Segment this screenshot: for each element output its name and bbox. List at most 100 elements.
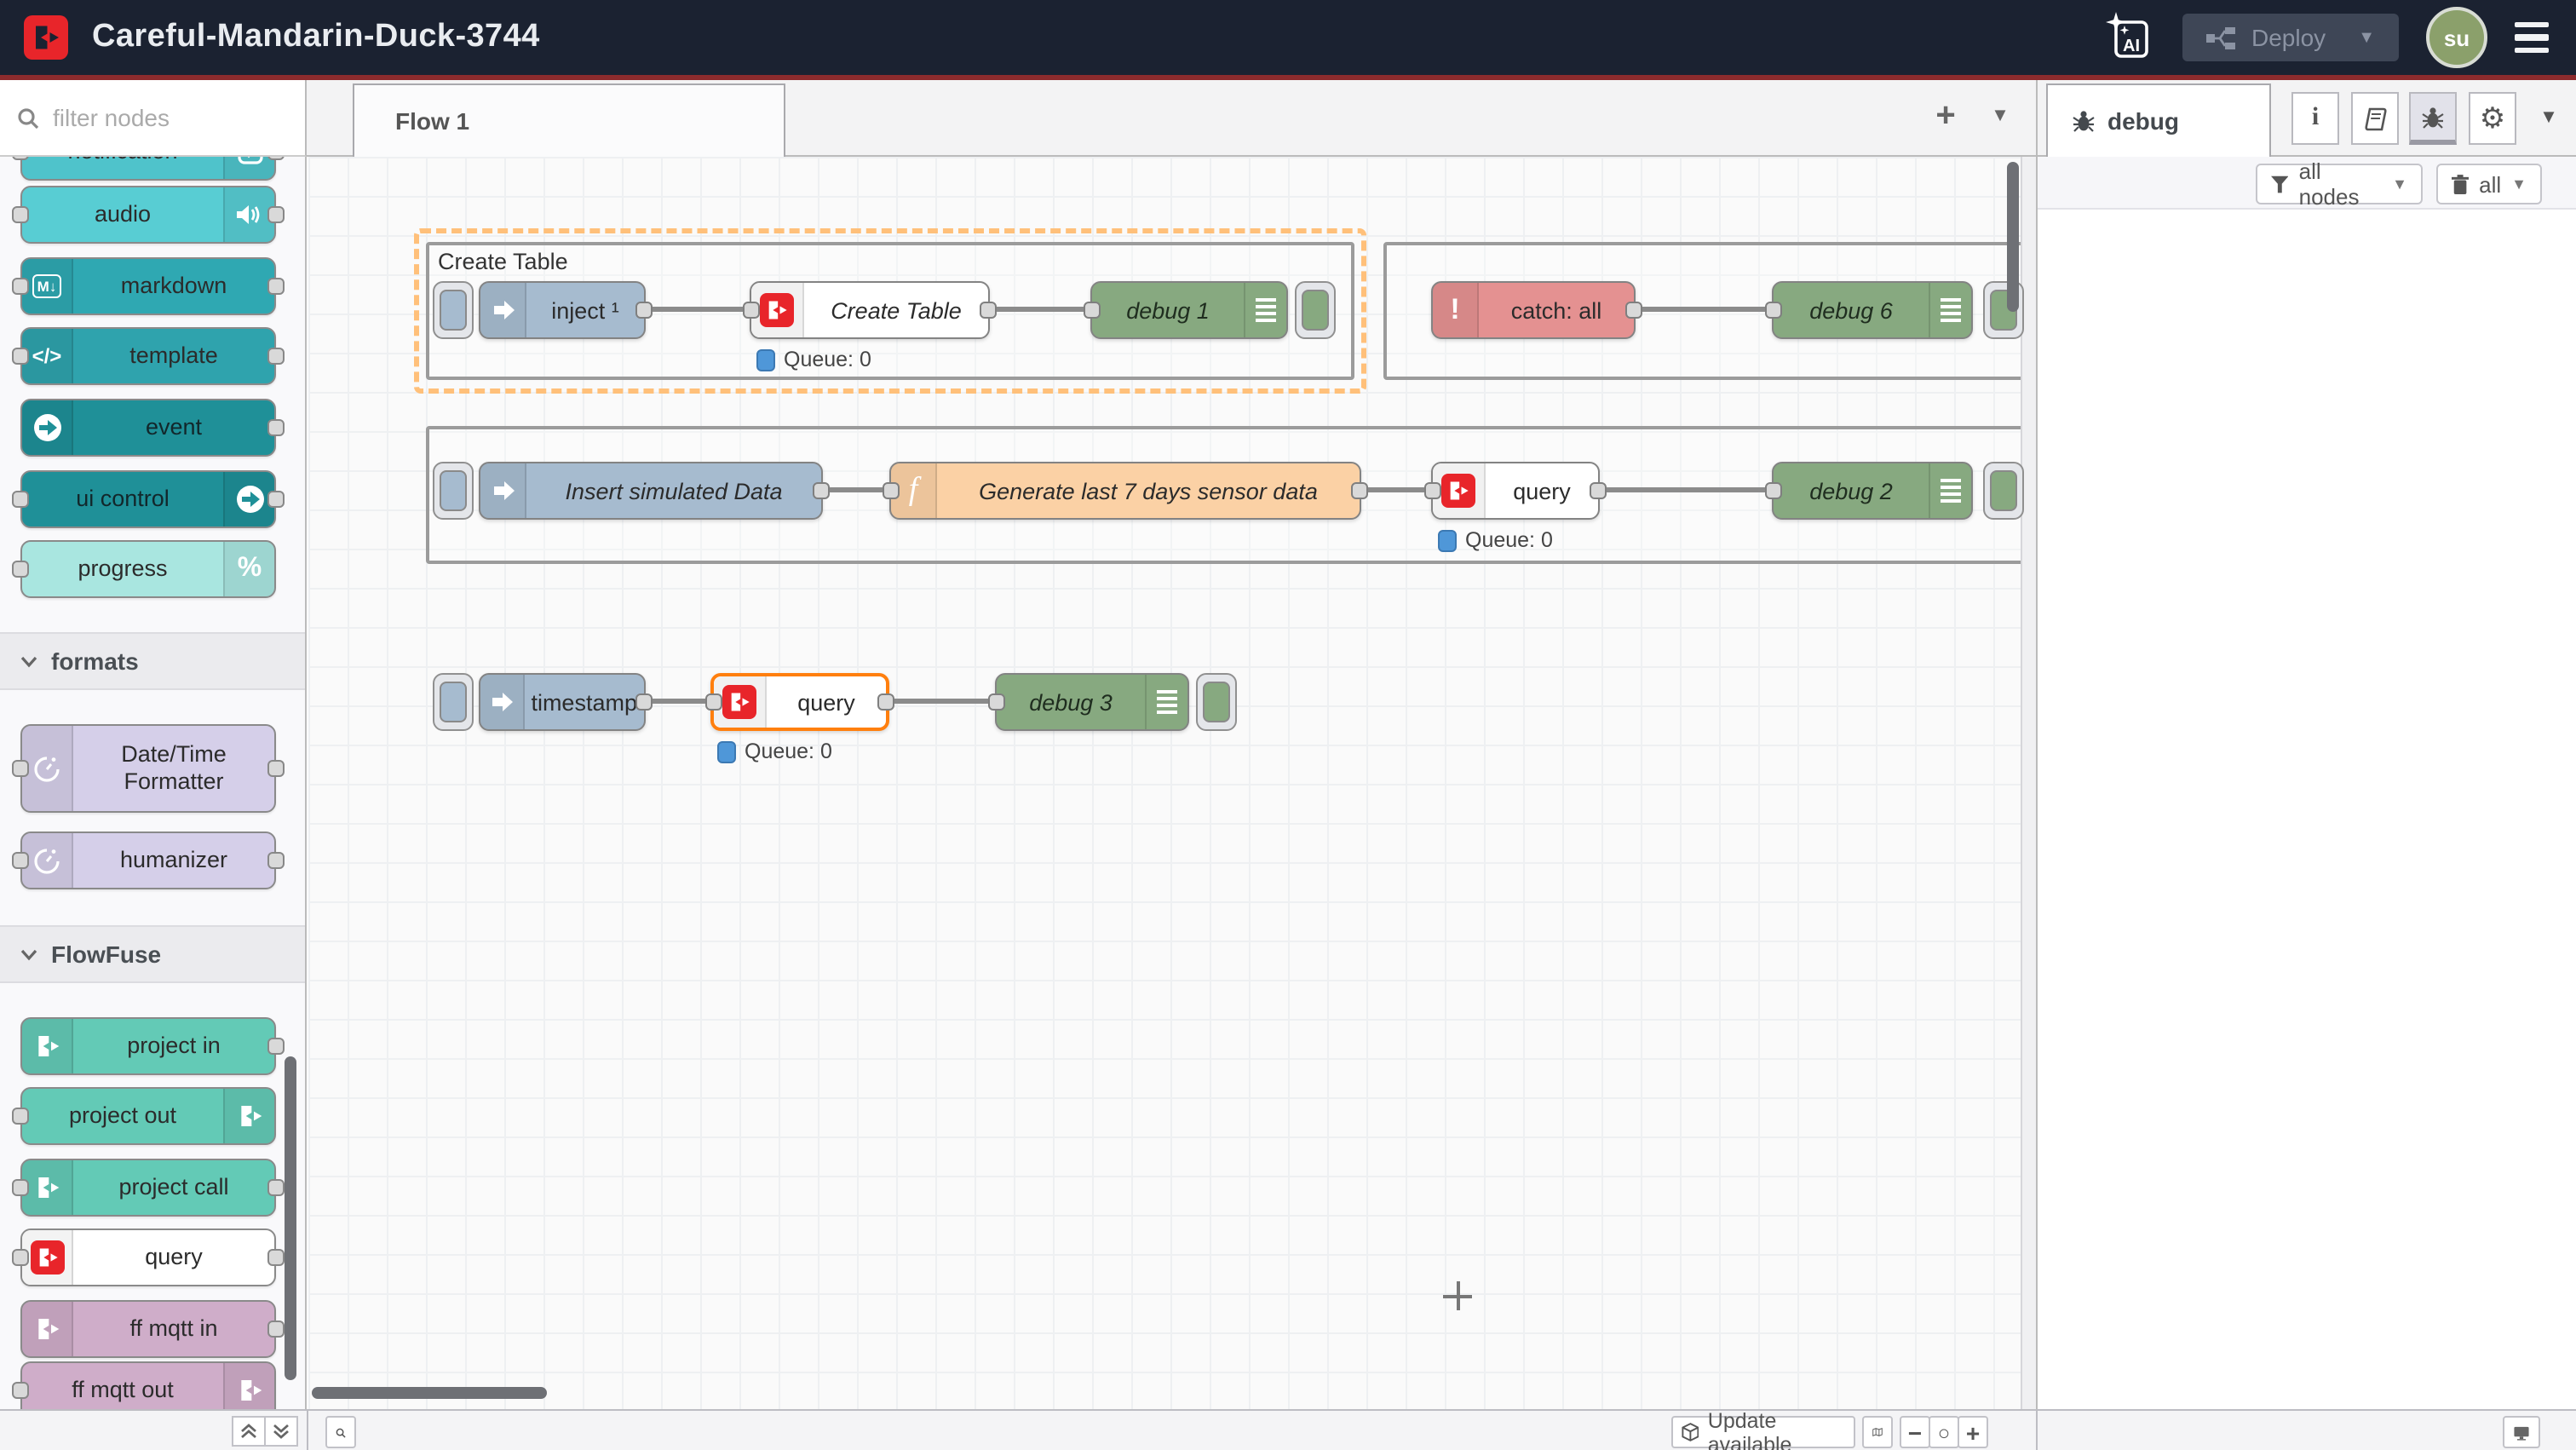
inject-arrow-icon	[480, 283, 526, 337]
flowfuse-red-icon	[22, 1230, 73, 1285]
output-port[interactable]	[635, 302, 653, 319]
node-debug-1[interactable]: debug 1	[1090, 281, 1288, 339]
debug-toggle-button[interactable]	[1295, 281, 1336, 339]
canvas-search-button[interactable]	[325, 1416, 356, 1448]
node-debug-2[interactable]: debug 2	[1772, 462, 1973, 520]
palette-node-audio[interactable]: audio	[20, 186, 276, 244]
wire[interactable]	[642, 307, 755, 312]
debug-output-icon	[1929, 283, 1971, 337]
output-port[interactable]	[877, 693, 894, 711]
tab-debug-label: debug	[2107, 107, 2179, 135]
user-avatar[interactable]: su	[2426, 7, 2487, 68]
debug-clear-button[interactable]: all ▼	[2436, 164, 2542, 204]
palette-expand-button[interactable]	[264, 1416, 298, 1447]
inject-trigger-button[interactable]	[433, 281, 474, 339]
input-port[interactable]	[1765, 302, 1782, 319]
input-port[interactable]	[988, 693, 1005, 711]
node-debug-3[interactable]: debug 3	[995, 673, 1189, 731]
wire[interactable]	[986, 307, 1095, 312]
port-icon	[267, 1321, 285, 1338]
palette-node-markdown[interactable]: M↓ markdown	[20, 257, 276, 315]
port-icon	[12, 491, 29, 508]
zoom-in-button[interactable]: +	[1958, 1416, 1988, 1448]
monitor-icon	[2513, 1422, 2530, 1442]
add-flow-button[interactable]: +	[1925, 94, 1966, 141]
zoom-out-button[interactable]: −	[1900, 1416, 1930, 1448]
output-port[interactable]	[980, 302, 997, 319]
sidebar-tab-debug[interactable]	[2409, 92, 2457, 145]
tab-flow-1[interactable]: Flow 1	[353, 83, 785, 157]
node-label: Insert simulated Data	[526, 463, 821, 518]
node-catch-all[interactable]: ! catch: all	[1431, 281, 1636, 339]
status-dot	[717, 740, 736, 762]
deploy-caret-icon[interactable]: ▼	[2358, 28, 2375, 47]
debug-toggle-button[interactable]	[1983, 462, 2024, 520]
book-icon	[2362, 106, 2388, 130]
flow-canvas[interactable]: Create Table inject ¹ Create Table Queue…	[308, 157, 2036, 1409]
inject-trigger-button[interactable]	[433, 462, 474, 520]
zoom-reset-button[interactable]: ○	[1929, 1416, 1959, 1448]
palette-node-datetime-formatter[interactable]: Date/Time Formatter	[20, 724, 276, 813]
sidebar-tab-info[interactable]: i	[2291, 92, 2339, 145]
output-port[interactable]	[813, 482, 830, 499]
palette-section-formats[interactable]: formats	[0, 632, 305, 690]
palette-node-project-call[interactable]: project call	[20, 1159, 276, 1217]
palette-node-query[interactable]: query	[20, 1228, 276, 1286]
node-timestamp[interactable]: timestamp	[479, 673, 646, 731]
canvas-horizontal-scrollbar[interactable]	[312, 1387, 547, 1399]
update-available-button[interactable]: Update available	[1671, 1416, 1855, 1448]
navigator-button[interactable]	[1862, 1416, 1893, 1448]
wire[interactable]	[1596, 487, 1777, 492]
palette-node-ff-mqtt-out[interactable]: ff mqtt out	[20, 1361, 276, 1409]
output-port[interactable]	[1590, 482, 1607, 499]
palette-scrollbar[interactable]	[285, 1056, 296, 1380]
tab-debug-active[interactable]: debug	[2046, 83, 2271, 157]
deploy-button[interactable]: Deploy ▼	[2182, 14, 2399, 61]
input-port[interactable]	[1765, 482, 1782, 499]
palette-node-event[interactable]: event	[20, 399, 276, 457]
wire[interactable]	[1632, 307, 1777, 312]
palette-node-notification[interactable]: notification	[20, 157, 276, 181]
node-query-2[interactable]: query	[1431, 462, 1600, 520]
canvas-vertical-scrollbar[interactable]	[2007, 162, 2019, 312]
output-port[interactable]	[635, 693, 653, 711]
palette-node-progress[interactable]: progress %	[20, 540, 276, 598]
port-icon	[12, 1249, 29, 1266]
debug-toggle-button[interactable]	[1196, 673, 1237, 731]
palette-collapse-button[interactable]	[232, 1416, 266, 1447]
palette-node-ui-control[interactable]: ui control	[20, 470, 276, 528]
gear-icon: ⚙	[2480, 104, 2506, 133]
node-insert-simulated-data[interactable]: Insert simulated Data	[479, 462, 823, 520]
palette-node-ff-mqtt-in[interactable]: ff mqtt in	[20, 1300, 276, 1358]
input-port[interactable]	[883, 482, 900, 499]
input-port[interactable]	[1424, 482, 1441, 499]
debug-filter-button[interactable]: all nodes ▼	[2256, 164, 2423, 204]
flow-list-caret-icon[interactable]: ▼	[1980, 94, 2021, 141]
sidebar-tab-help[interactable]	[2351, 92, 2399, 145]
palette-node-template[interactable]: </> template	[20, 327, 276, 385]
output-port[interactable]	[1351, 482, 1368, 499]
palette-node-project-in[interactable]: project in	[20, 1017, 276, 1075]
node-query-selected[interactable]: query	[710, 673, 889, 731]
node-create-table[interactable]: Create Table	[750, 281, 990, 339]
inject-trigger-button[interactable]	[433, 673, 474, 731]
palette-section-flowfuse[interactable]: FlowFuse	[0, 925, 305, 983]
main-menu-button[interactable]	[2515, 22, 2549, 54]
sidebar-tab-config[interactable]: ⚙	[2469, 92, 2516, 145]
open-dashboard-button[interactable]	[2503, 1416, 2540, 1448]
node-debug-6[interactable]: debug 6	[1772, 281, 1973, 339]
input-port[interactable]	[705, 693, 722, 711]
input-port[interactable]	[743, 302, 760, 319]
search-input[interactable]	[49, 102, 278, 133]
node-generate-sensor-data[interactable]: f Generate last 7 days sensor data	[889, 462, 1361, 520]
input-port[interactable]	[1084, 302, 1101, 319]
palette-node-project-out[interactable]: project out	[20, 1087, 276, 1145]
node-label: Create Table	[804, 283, 988, 337]
ai-assistant-button[interactable]: AI	[2103, 12, 2154, 63]
sidebar-caret-icon[interactable]: ▼	[2528, 95, 2569, 143]
palette-node-humanizer[interactable]: humanizer	[20, 831, 276, 889]
output-port[interactable]	[1625, 302, 1642, 319]
notification-icon	[223, 157, 274, 179]
node-inject-1[interactable]: inject ¹	[479, 281, 646, 339]
wire[interactable]	[886, 699, 995, 704]
